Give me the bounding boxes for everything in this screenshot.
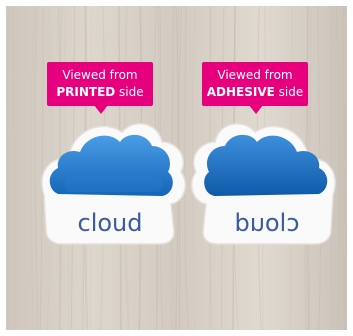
sticker-printed: cloud: [41, 122, 186, 245]
sticker-adhesive-text: cloud: [235, 209, 300, 237]
photo: Viewed from PRINTED side Viewed from ADH…: [0, 0, 353, 336]
wood-background: Viewed from PRINTED side Viewed from ADH…: [6, 6, 347, 330]
stickers: cloud cloud: [41, 122, 336, 245]
sticker-adhesive: cloud: [191, 122, 336, 245]
sticker-printed-text: cloud: [78, 209, 143, 237]
